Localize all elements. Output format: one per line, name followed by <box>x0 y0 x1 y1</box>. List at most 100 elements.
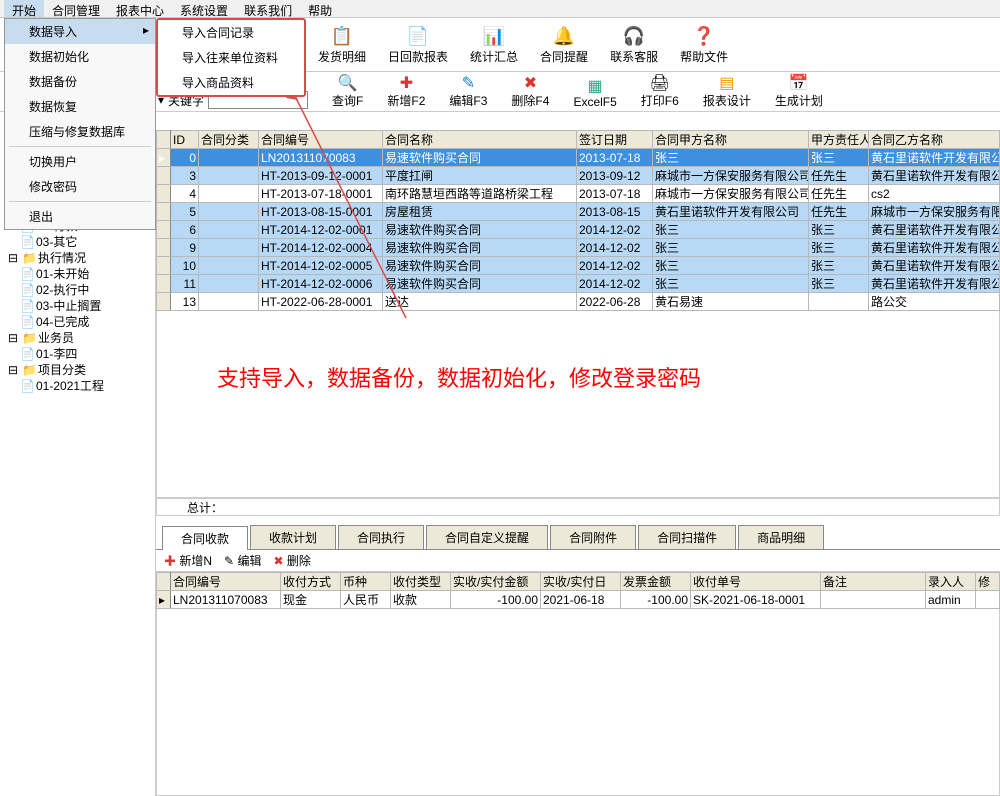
table-row[interactable]: 11HT-2014-12-02-0006易速软件购买合同2014-12-02张三… <box>157 275 1000 293</box>
printer-icon: 🖨 <box>650 74 670 92</box>
submenu-arrow-icon: ▸ <box>143 23 149 37</box>
tab-plan[interactable]: 收款计划 <box>250 525 336 549</box>
pencil-icon: ✎ <box>224 554 234 568</box>
import-submenu: 导入合同记录 导入往来单位资料 导入商品资料 <box>156 18 306 97</box>
tree-salesman-item[interactable]: 📄01-李四 <box>2 346 153 362</box>
menu-settings[interactable]: 系统设置 <box>172 0 236 17</box>
folder-icon: 📁 <box>22 250 36 266</box>
col-resp[interactable]: 甲方责任人 <box>809 131 869 149</box>
report-design-button[interactable]: ▤报表设计 <box>703 74 751 109</box>
col-partyb[interactable]: 合同乙方名称 <box>869 131 1000 149</box>
table-row[interactable]: 10HT-2014-12-02-0005易速软件购买合同2014-12-02张三… <box>157 257 1000 275</box>
table-row[interactable]: 13HT-2022-06-28-0001送达2022-06-28黄石易速路公交 <box>157 293 1000 311</box>
detail-toolbar: ✚ 新增N ✎ 编辑 ✖ 删除 <box>156 550 1000 572</box>
design-icon: ▤ <box>717 74 737 92</box>
pencil-icon: ✎ <box>458 74 478 92</box>
query-button[interactable]: 🔍查询F <box>332 74 363 109</box>
tree-exec-paused[interactable]: 📄03-中止搁置 <box>2 298 153 314</box>
menu-data-backup[interactable]: 数据备份 <box>5 69 155 94</box>
excel-button[interactable]: ▦ExcelF5 <box>573 77 616 109</box>
tab-goods[interactable]: 商品明细 <box>738 525 824 549</box>
folder-icon: 📁 <box>22 330 36 346</box>
table-row[interactable]: 3HT-2013-09-12-0001平度扛闸2013-09-12麻城市一方保安… <box>157 167 1000 185</box>
import-vendor-data[interactable]: 导入往来单位资料 <box>158 45 304 70</box>
tab-scan[interactable]: 合同扫描件 <box>638 525 736 549</box>
payment-grid[interactable]: 合同编号收付方式币种 收付类型实收/实付金额实收/实付日 发票金额收付单号备注 … <box>156 572 1000 609</box>
chart-icon: 📊 <box>482 24 506 48</box>
col-type[interactable]: 合同分类 <box>199 131 259 149</box>
col-name[interactable]: 合同名称 <box>383 131 577 149</box>
sub-add-button[interactable]: ✚ 新增N <box>164 552 212 569</box>
menu-help[interactable]: 帮助 <box>300 0 340 17</box>
search-icon: 🔍 <box>338 74 358 92</box>
tree-paytype-other[interactable]: 📄03-其它 <box>2 234 153 250</box>
table-row[interactable]: ▸ LN201311070083现金人民币 收款-100.002021-06-1… <box>157 591 1000 609</box>
grid2-blank <box>156 609 1000 796</box>
menu-report[interactable]: 报表中心 <box>108 0 172 17</box>
tab-exec[interactable]: 合同执行 <box>338 525 424 549</box>
tb-delivery[interactable]: 📋发货明细 <box>308 22 376 67</box>
table-row[interactable]: 4HT-2013-07-18-0001南环路慧垣西路等道路桥梁工程2013-07… <box>157 185 1000 203</box>
menu-compact-db[interactable]: 压缩与修复数据库 <box>5 119 155 144</box>
import-product-data[interactable]: 导入商品资料 <box>158 70 304 95</box>
menu-data-init[interactable]: 数据初始化 <box>5 44 155 69</box>
folder-icon: 📁 <box>22 362 36 378</box>
table-row[interactable]: 9HT-2014-12-02-0004易速软件购买合同2014-12-02张三张… <box>157 239 1000 257</box>
menu-contact[interactable]: 联系我们 <box>236 0 300 17</box>
col-code[interactable]: 合同编号 <box>259 131 383 149</box>
menu-exit[interactable]: 退出 <box>5 204 155 229</box>
tree-exec-running[interactable]: 📄02-执行中 <box>2 282 153 298</box>
tree-project[interactable]: ⊟📁项目分类 <box>2 362 153 378</box>
doc-icon: 📄 <box>20 282 34 298</box>
tree-exec[interactable]: ⊟📁执行情况 <box>2 250 153 266</box>
add-button[interactable]: ✚新增F2 <box>387 74 425 109</box>
doc-icon: 📄 <box>20 266 34 282</box>
sub-delete-button[interactable]: ✖ 删除 <box>273 552 310 569</box>
menu-data-import[interactable]: 数据导入▸ <box>5 19 155 44</box>
menu-switch-user[interactable]: 切换用户 <box>5 149 155 174</box>
delete-button[interactable]: ✖删除F4 <box>511 74 549 109</box>
x-icon: ✖ <box>273 554 283 568</box>
tree-exec-notstart[interactable]: 📄01-未开始 <box>2 266 153 282</box>
doc-icon: 📄 <box>20 234 34 250</box>
menubar: 开始 合同管理 报表中心 系统设置 联系我们 帮助 <box>0 0 1000 18</box>
tab-attach[interactable]: 合同附件 <box>550 525 636 549</box>
print-button[interactable]: 🖨打印F6 <box>641 74 679 109</box>
start-menu-dropdown: 数据导入▸ 数据初始化 数据备份 数据恢复 压缩与修复数据库 切换用户 修改密码… <box>4 18 156 230</box>
tree-exec-done[interactable]: 📄04-已完成 <box>2 314 153 330</box>
doc-icon: 📄 <box>20 378 34 394</box>
contract-grid[interactable]: ID 合同分类 合同编号 合同名称 签订日期 合同甲方名称 甲方责任人 合同乙方… <box>156 130 1000 311</box>
sub-edit-button[interactable]: ✎ 编辑 <box>224 552 261 569</box>
menu-separator <box>9 201 151 202</box>
gen-plan-button[interactable]: 📅生成计划 <box>775 74 823 109</box>
excel-icon: ▦ <box>585 77 605 95</box>
minus-icon: ✖ <box>520 74 540 92</box>
tb-remind[interactable]: 🔔合同提醒 <box>530 22 598 67</box>
menu-data-restore[interactable]: 数据恢复 <box>5 94 155 119</box>
table-row[interactable]: 6HT-2014-12-02-0001易速软件购买合同2014-12-02张三张… <box>157 221 1000 239</box>
annotation-text: 支持导入，数据备份，数据初始化，修改登录密码 <box>217 361 701 393</box>
doc-icon: 📄 <box>20 298 34 314</box>
menu-contract[interactable]: 合同管理 <box>44 0 108 17</box>
tb-payback[interactable]: 📄日回款报表 <box>378 22 458 67</box>
menu-change-password[interactable]: 修改密码 <box>5 174 155 199</box>
doc-icon: 📄 <box>20 314 34 330</box>
col-partya[interactable]: 合同甲方名称 <box>653 131 809 149</box>
tree-salesman[interactable]: ⊟📁业务员 <box>2 330 153 346</box>
tab-receipt[interactable]: 合同收款 <box>162 526 248 550</box>
import-contract-records[interactable]: 导入合同记录 <box>158 20 304 45</box>
menu-start[interactable]: 开始 <box>4 0 44 17</box>
total-row: 总计： <box>156 498 1000 516</box>
tab-custom-remind[interactable]: 合同自定义提醒 <box>426 525 548 549</box>
doc-icon: 📄 <box>20 346 34 362</box>
tree-project-item[interactable]: 📄01-2021工程 <box>2 378 153 394</box>
menu-separator <box>9 146 151 147</box>
col-date[interactable]: 签订日期 <box>577 131 653 149</box>
table-row[interactable]: ▸0LN201311070083易速软件购买合同2013-07-18张三张三黄石… <box>157 149 1000 167</box>
table-row[interactable]: 5HT-2013-08-15-0001房屋租赁2013-08-15黄石里诺软件开… <box>157 203 1000 221</box>
col-id[interactable]: ID <box>171 131 199 149</box>
tb-help[interactable]: ❓帮助文件 <box>670 22 738 67</box>
tb-stats[interactable]: 📊统计汇总 <box>460 22 528 67</box>
edit-button[interactable]: ✎编辑F3 <box>449 74 487 109</box>
tb-service[interactable]: 🎧联系客服 <box>600 22 668 67</box>
